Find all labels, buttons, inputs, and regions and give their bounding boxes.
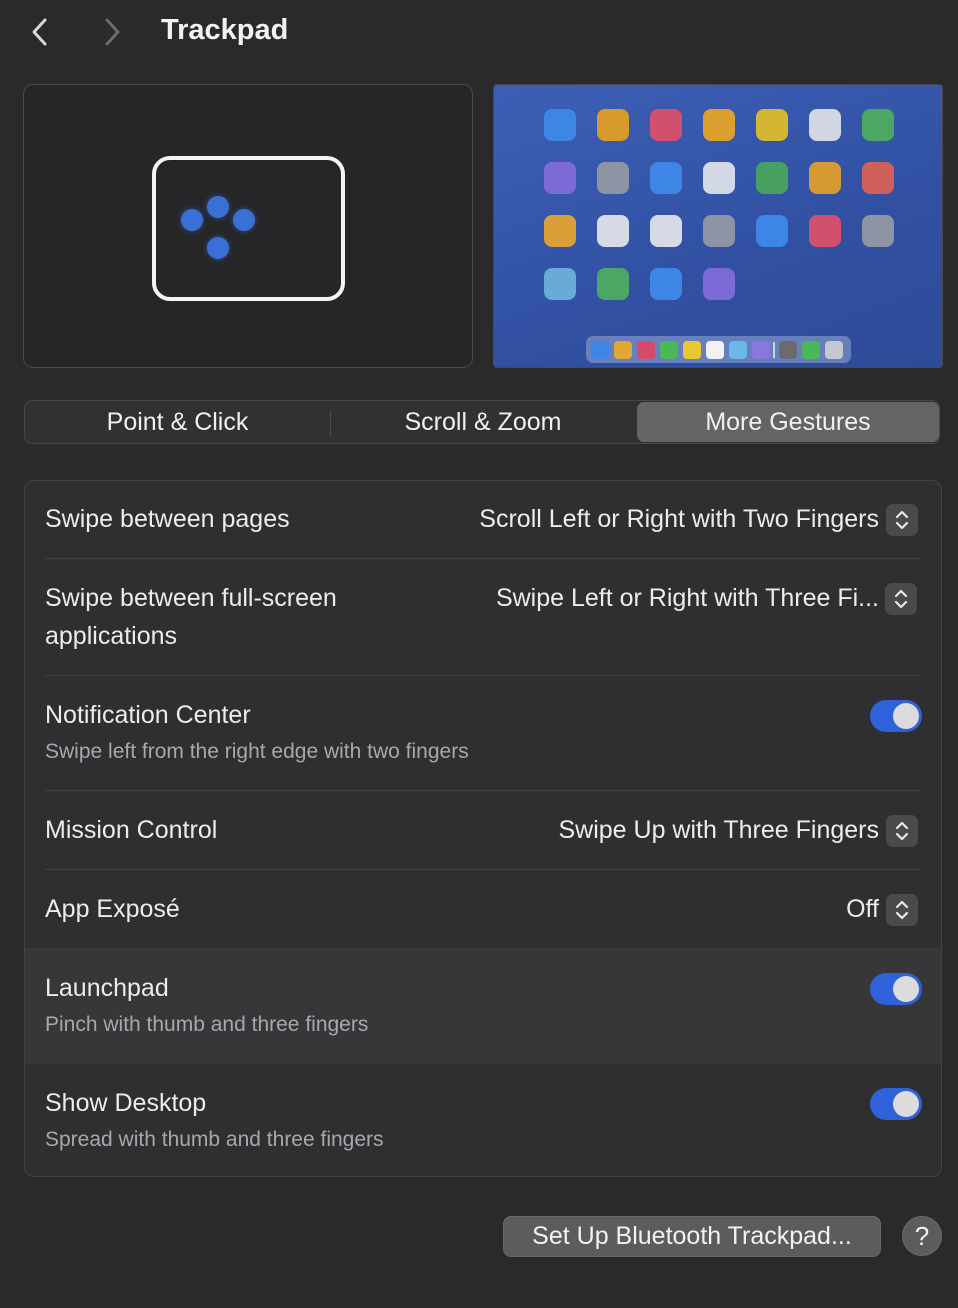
dock-icon [802, 341, 820, 359]
app-expose-stepper[interactable] [886, 894, 918, 926]
setting-label: Show Desktop [45, 1089, 207, 1117]
up-down-chevron-icon [894, 589, 908, 609]
app-icon [703, 162, 735, 194]
toggle-knob [893, 1091, 919, 1117]
setting-row-swipe-fullscreen: Swipe between full-screen applications S… [25, 559, 941, 676]
setting-label: Swipe between full-screen [45, 584, 337, 612]
app-icon [597, 162, 629, 194]
app-icon [597, 109, 629, 141]
setting-label: Mission Control [45, 816, 218, 844]
gesture-preview-launchpad [493, 84, 943, 368]
tab-point-and-click[interactable]: Point & Click [25, 401, 330, 443]
dock [586, 336, 851, 363]
app-icon [756, 109, 788, 141]
dock-icon [825, 341, 843, 359]
app-icon [544, 215, 576, 247]
app-icon [650, 268, 682, 300]
dock-icon [591, 341, 609, 359]
app-icon [544, 268, 576, 300]
app-icon [703, 215, 735, 247]
tab-more-gestures[interactable]: More Gestures [637, 402, 939, 442]
page-title: Trackpad [161, 14, 289, 46]
app-icon [650, 162, 682, 194]
app-icon [650, 215, 682, 247]
app-icon [597, 215, 629, 247]
setting-row-notification-center: Notification Center Swipe left from the … [25, 676, 941, 791]
app-icon [862, 109, 894, 141]
finger-dot [181, 209, 203, 231]
gesture-preview-trackpad [23, 84, 473, 368]
help-button[interactable]: ? [902, 1216, 942, 1256]
dock-icon [752, 341, 770, 359]
show-desktop-toggle[interactable] [870, 1088, 922, 1120]
app-icon [862, 162, 894, 194]
trackpad-illustration [152, 156, 345, 301]
swipe-fullscreen-popup[interactable]: Swipe Left or Right with Three Fi... [496, 579, 879, 617]
app-icon [597, 268, 629, 300]
app-icon [544, 162, 576, 194]
setting-sublabel: Swipe left from the right edge with two … [45, 740, 469, 763]
settings-list: Swipe between pages Scroll Left or Right… [24, 480, 942, 1177]
app-icon [703, 268, 735, 300]
app-icon [809, 215, 841, 247]
chevron-right-icon [105, 18, 120, 46]
up-down-chevron-icon [895, 510, 909, 530]
setting-sublabel: Pinch with thumb and three fingers [45, 1013, 369, 1036]
app-icon [809, 162, 841, 194]
chevron-left-icon [32, 18, 47, 46]
setting-label: Notification Center [45, 701, 251, 729]
dock-icon [779, 341, 797, 359]
toolbar: Trackpad [0, 0, 958, 64]
tab-bar: Point & Click Scroll & Zoom More Gesture… [24, 400, 940, 444]
swipe-fullscreen-stepper[interactable] [885, 583, 917, 615]
setting-row-app-expose: App Exposé Off [25, 870, 941, 948]
toggle-knob [893, 976, 919, 1002]
finger-dot [233, 209, 255, 231]
setting-row-swipe-pages: Swipe between pages Scroll Left or Right… [25, 481, 941, 559]
setting-label: App Exposé [45, 895, 180, 923]
forward-button[interactable] [94, 14, 130, 50]
notification-center-toggle[interactable] [870, 700, 922, 732]
app-icon [756, 215, 788, 247]
setting-label: Launchpad [45, 974, 169, 1002]
app-icon [703, 109, 735, 141]
tab-scroll-and-zoom[interactable]: Scroll & Zoom [330, 401, 636, 443]
mission-control-stepper[interactable] [886, 815, 918, 847]
setting-row-show-desktop: Show Desktop Spread with thumb and three… [25, 1064, 941, 1176]
setting-row-mission-control: Mission Control Swipe Up with Three Fing… [25, 791, 941, 870]
launchpad-toggle[interactable] [870, 973, 922, 1005]
setting-row-launchpad: Launchpad Pinch with thumb and three fin… [25, 948, 941, 1064]
mission-control-popup[interactable]: Swipe Up with Three Fingers [558, 811, 879, 849]
dock-divider [773, 342, 775, 358]
app-expose-popup[interactable]: Off [846, 890, 879, 928]
finger-dot [207, 237, 229, 259]
setting-sublabel: Spread with thumb and three fingers [45, 1128, 384, 1151]
up-down-chevron-icon [895, 900, 909, 920]
setting-label: applications [45, 622, 178, 650]
dock-icon [637, 341, 655, 359]
app-icon [809, 109, 841, 141]
dock-icon [706, 341, 724, 359]
dock-icon [729, 341, 747, 359]
app-icon [650, 109, 682, 141]
setup-bluetooth-trackpad-button[interactable]: Set Up Bluetooth Trackpad... [503, 1216, 881, 1257]
dock-icon [614, 341, 632, 359]
app-icon [756, 162, 788, 194]
app-icon [862, 215, 894, 247]
swipe-pages-popup[interactable]: Scroll Left or Right with Two Fingers [479, 500, 879, 538]
back-button[interactable] [22, 14, 58, 50]
dock-icon [683, 341, 701, 359]
up-down-chevron-icon [895, 821, 909, 841]
finger-dot [207, 196, 229, 218]
dock-icon [660, 341, 678, 359]
setting-label: Swipe between pages [45, 505, 290, 533]
app-icon [544, 109, 576, 141]
swipe-pages-stepper[interactable] [886, 504, 918, 536]
toggle-knob [893, 703, 919, 729]
